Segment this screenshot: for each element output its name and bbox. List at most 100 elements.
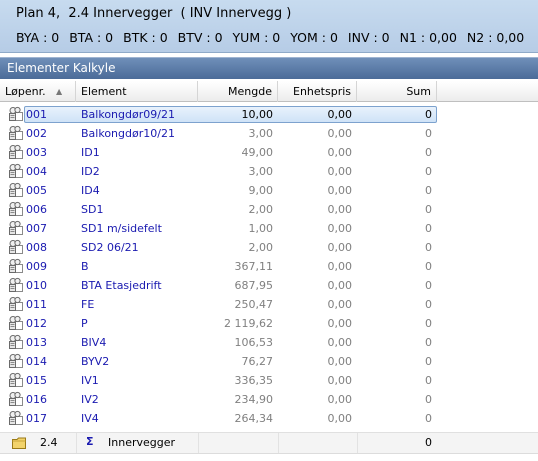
footer-divider bbox=[278, 433, 279, 454]
row-sum: 0 bbox=[425, 279, 432, 292]
row-sum: 0 bbox=[425, 241, 432, 254]
table-row[interactable]: 015 IV1 336,35 0,00 0 bbox=[0, 371, 538, 390]
row-mengde: 9,00 bbox=[248, 184, 274, 197]
stat-item: YUM : 0 bbox=[232, 30, 281, 45]
table-row[interactable]: 004 ID2 3,00 0,00 0 bbox=[0, 162, 538, 181]
table-row[interactable]: 011 FE 250,47 0,00 0 bbox=[0, 295, 538, 314]
element-item-icon bbox=[8, 315, 24, 331]
row-element: SD2 06/21 bbox=[81, 241, 139, 254]
element-item-icon bbox=[8, 391, 24, 407]
row-element: Balkongdør10/21 bbox=[81, 127, 175, 140]
column-header-row: Løpenr. ▲ Element Mengde Enhetspris Sum bbox=[0, 81, 538, 102]
row-element: FE bbox=[81, 298, 95, 311]
row-enhetspris: 0,00 bbox=[327, 165, 353, 178]
column-header-sum[interactable]: Sum bbox=[357, 81, 437, 102]
element-item-icon bbox=[8, 334, 24, 350]
column-header-lopenr[interactable]: Løpenr. ▲ bbox=[0, 81, 76, 102]
element-item-icon bbox=[8, 144, 24, 160]
column-header-element[interactable]: Element bbox=[76, 81, 198, 102]
row-mengde: 250,47 bbox=[234, 298, 274, 311]
row-sum: 0 bbox=[425, 203, 432, 216]
plan-title: Plan 4, 2.4 Innervegger ( INV Innervegg … bbox=[16, 6, 295, 22]
row-enhetspris: 0,00 bbox=[327, 222, 353, 235]
row-enhetspris: 0,00 bbox=[327, 108, 353, 121]
table-row[interactable]: 008 SD2 06/21 2,00 0,00 0 bbox=[0, 238, 538, 257]
table-row[interactable]: 001 Balkongdør09/21 10,00 0,00 0 bbox=[0, 105, 538, 124]
column-header-lopenr-label: Løpenr. bbox=[5, 85, 46, 98]
table-row[interactable]: 017 IV4 264,34 0,00 0 bbox=[0, 409, 538, 428]
table-row[interactable]: 005 ID4 9,00 0,00 0 bbox=[0, 181, 538, 200]
plan-sub: ( INV Innervegg ) bbox=[180, 6, 292, 21]
plan-label: Plan 4, bbox=[16, 6, 61, 21]
row-sum: 0 bbox=[425, 184, 432, 197]
table-row[interactable]: 006 SD1 2,00 0,00 0 bbox=[0, 200, 538, 219]
row-sum: 0 bbox=[425, 317, 432, 330]
table-row[interactable]: 012 P 2 119,62 0,00 0 bbox=[0, 314, 538, 333]
row-enhetspris: 0,00 bbox=[327, 355, 353, 368]
element-item-icon bbox=[8, 372, 24, 388]
row-sum: 0 bbox=[425, 355, 432, 368]
stat-item: BTA : 0 bbox=[69, 30, 114, 45]
row-element: P bbox=[81, 317, 88, 330]
footer-divider bbox=[198, 433, 199, 454]
row-mengde: 336,35 bbox=[234, 374, 274, 387]
summary-label: Innervegger bbox=[108, 436, 176, 449]
row-mengde: 367,11 bbox=[234, 260, 274, 273]
element-item-icon bbox=[8, 125, 24, 141]
column-header-enhetspris[interactable]: Enhetspris bbox=[278, 81, 357, 102]
row-enhetspris: 0,00 bbox=[327, 412, 353, 425]
column-header-mengde[interactable]: Mengde bbox=[198, 81, 278, 102]
table-row[interactable]: 009 B 367,11 0,00 0 bbox=[0, 257, 538, 276]
table-row[interactable]: 014 BYV2 76,27 0,00 0 bbox=[0, 352, 538, 371]
element-item-icon bbox=[8, 410, 24, 426]
summary-sum: 0 bbox=[425, 436, 432, 449]
row-enhetspris: 0,00 bbox=[327, 336, 353, 349]
row-sum: 0 bbox=[425, 336, 432, 349]
row-element: BYV2 bbox=[81, 355, 110, 368]
row-mengde: 10,00 bbox=[241, 108, 274, 121]
row-element: BTA Etasjedrift bbox=[81, 279, 162, 292]
stat-item: BTK : 0 bbox=[123, 30, 168, 45]
stat-item: BTV : 0 bbox=[177, 30, 223, 45]
element-item-icon bbox=[8, 296, 24, 312]
row-enhetspris: 0,00 bbox=[327, 298, 353, 311]
row-sum: 0 bbox=[425, 412, 432, 425]
row-enhetspris: 0,00 bbox=[327, 260, 353, 273]
row-sum: 0 bbox=[425, 165, 432, 178]
table-row[interactable]: 016 IV2 234,90 0,00 0 bbox=[0, 390, 538, 409]
element-item-icon bbox=[8, 220, 24, 236]
row-mengde: 234,90 bbox=[234, 393, 274, 406]
table-row[interactable]: 002 Balkongdør10/21 3,00 0,00 0 bbox=[0, 124, 538, 143]
row-sum: 0 bbox=[425, 222, 432, 235]
element-item-icon bbox=[8, 277, 24, 293]
element-item-icon bbox=[8, 106, 24, 122]
row-mengde: 76,27 bbox=[241, 355, 274, 368]
row-enhetspris: 0,00 bbox=[327, 317, 353, 330]
row-mengde: 264,34 bbox=[234, 412, 274, 425]
stat-item: N2 : 0,00 bbox=[466, 30, 525, 45]
row-sum: 0 bbox=[425, 393, 432, 406]
row-mengde: 2,00 bbox=[248, 241, 274, 254]
table-row[interactable]: 007 SD1 m/sidefelt 1,00 0,00 0 bbox=[0, 219, 538, 238]
row-sum: 0 bbox=[425, 127, 432, 140]
row-mengde: 49,00 bbox=[241, 146, 274, 159]
row-mengde: 1,00 bbox=[248, 222, 274, 235]
table-row[interactable]: 003 ID1 49,00 0,00 0 bbox=[0, 143, 538, 162]
row-enhetspris: 0,00 bbox=[327, 146, 353, 159]
table-row[interactable]: 013 BIV4 106,53 0,00 0 bbox=[0, 333, 538, 352]
row-enhetspris: 0,00 bbox=[327, 279, 353, 292]
row-sum: 0 bbox=[425, 146, 432, 159]
element-list: 001 Balkongdør09/21 10,00 0,00 0 002 Balkongdø… bbox=[0, 105, 538, 428]
row-element: SD1 bbox=[81, 203, 104, 216]
element-item-icon bbox=[8, 258, 24, 274]
summary-row[interactable]: 2.4 Σ Innervegger 0 bbox=[0, 432, 538, 454]
stat-item: YOM : 0 bbox=[290, 30, 338, 45]
row-enhetspris: 0,00 bbox=[327, 241, 353, 254]
row-element: SD1 m/sidefelt bbox=[81, 222, 162, 235]
row-element: ID4 bbox=[81, 184, 100, 197]
row-element: Balkongdør09/21 bbox=[81, 108, 175, 121]
element-item-icon bbox=[8, 163, 24, 179]
row-element: IV2 bbox=[81, 393, 99, 406]
row-enhetspris: 0,00 bbox=[327, 393, 353, 406]
table-row[interactable]: 010 BTA Etasjedrift 687,95 0,00 0 bbox=[0, 276, 538, 295]
